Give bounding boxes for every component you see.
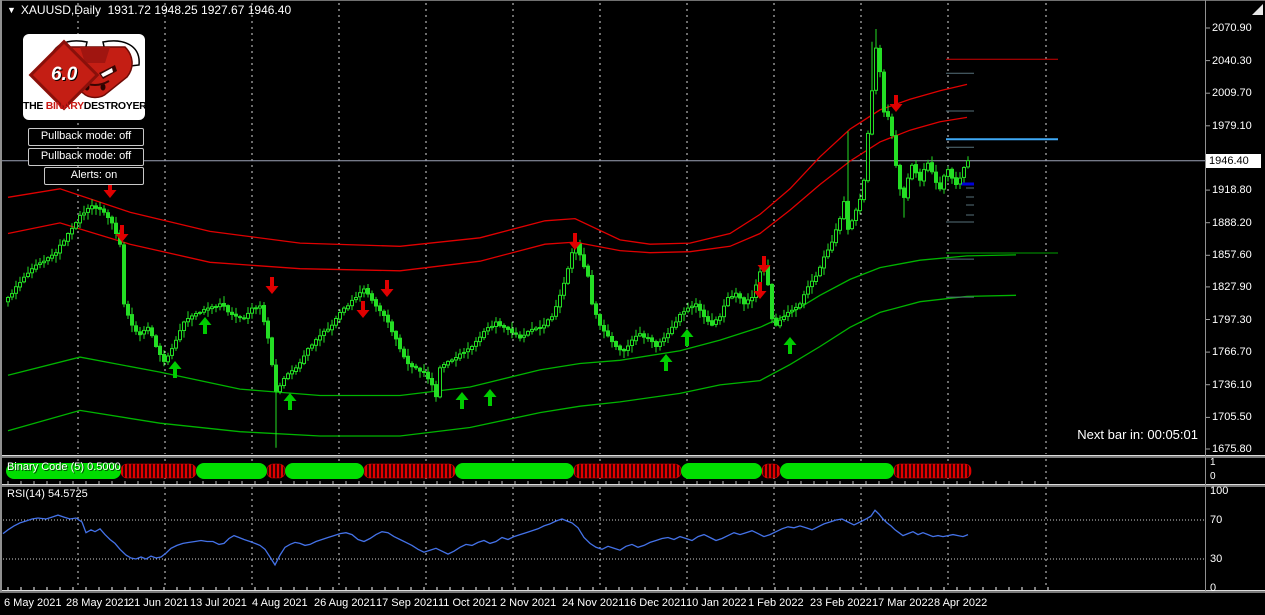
time-axis-label: 17 Sep 2021 <box>376 597 439 609</box>
pullback-mode-button-1[interactable]: Pullback mode: off <box>28 128 144 146</box>
time-axis-label: 24 Nov 2021 <box>562 597 625 609</box>
time-axis-label: 23 Feb 2022 <box>810 597 872 609</box>
rsi-axis-label: 100 <box>1210 485 1229 497</box>
time-axis-label: 17 Mar 2022 <box>872 597 934 609</box>
scroll-marker-icon[interactable] <box>1252 4 1263 15</box>
time-axis-label: 8 Apr 2022 <box>934 597 988 609</box>
time-axis-label: 6 May 2021 <box>4 597 62 609</box>
price-axis-label: 2040.30 <box>1212 55 1252 67</box>
price-axis-label: 1857.60 <box>1212 249 1252 261</box>
logo-the: THE <box>23 100 44 112</box>
logo-binary: BINARY <box>45 100 84 112</box>
binary-axis-label: 0 <box>1210 471 1216 482</box>
price-axis-label: 1827.90 <box>1212 281 1252 293</box>
symbol-ohlc-text: XAUUSD,Daily 1931.72 1948.25 1927.67 194… <box>20 3 292 17</box>
price-axis-label: 1797.30 <box>1212 314 1252 326</box>
chart-header: ▼ XAUUSD,Daily 1931.72 1948.25 1927.67 19… <box>7 3 291 17</box>
logo-version: 6.0 <box>50 63 78 85</box>
price-axis-label: 2070.90 <box>1212 22 1252 34</box>
time-axis-label: 28 May 2021 <box>66 597 130 609</box>
time-axis-label: 2 Nov 2021 <box>500 597 557 609</box>
time-axis-label: 26 Aug 2021 <box>314 597 376 609</box>
mt4-chart-window: ▼ XAUUSD,Daily 1931.72 1948.25 1927.67 19… <box>0 0 1265 615</box>
time-axis-label: 16 Dec 2021 <box>624 597 687 609</box>
rsi-axis-label: 30 <box>1210 553 1223 565</box>
alerts-button[interactable]: Alerts: on <box>44 167 144 185</box>
chevron-down-icon[interactable]: ▼ <box>7 5 16 15</box>
price-axis-label: 1766.70 <box>1212 346 1252 358</box>
logo-title: THE BINARYDESTROYER <box>23 100 147 112</box>
next-bar-countdown: Next bar in: 00:05:01 <box>1077 427 1198 442</box>
binary-destroyer-logo: 6.0 THE BINARYDESTROYER <box>23 34 147 120</box>
price-axis-label: 2009.70 <box>1212 87 1252 99</box>
price-axis-label: 1736.10 <box>1212 379 1252 391</box>
price-axis-label: 1675.80 <box>1212 443 1252 455</box>
time-axis-label: 21 Jun 2021 <box>128 597 189 609</box>
rsi-indicator-label: RSI(14) 54.5725 <box>7 488 88 500</box>
time-axis-label: 4 Aug 2021 <box>252 597 308 609</box>
chart-canvas[interactable] <box>0 0 1265 615</box>
price-axis-label: 1705.50 <box>1212 411 1252 423</box>
time-axis-label: 10 Jan 2022 <box>686 597 747 609</box>
current-price-tag: 1946.40 <box>1206 154 1261 168</box>
time-axis-label: 13 Jul 2021 <box>190 597 247 609</box>
binary-code-indicator-label: Binary Code (5) 0.5000 <box>7 461 121 473</box>
price-axis-label: 1888.20 <box>1212 217 1252 229</box>
time-axis-label: 11 Oct 2021 <box>438 597 498 609</box>
rsi-axis-label: 0 <box>1210 582 1217 594</box>
time-axis-label: 1 Feb 2022 <box>748 597 804 609</box>
price-axis-label: 1918.80 <box>1212 184 1252 196</box>
rsi-axis-label: 70 <box>1210 514 1223 526</box>
logo-destroyer: DESTROYER <box>83 100 147 112</box>
binary-axis-label: 1 <box>1210 457 1216 468</box>
pullback-mode-button-2[interactable]: Pullback mode: off <box>28 148 144 166</box>
price-axis-label: 1979.10 <box>1212 120 1252 132</box>
